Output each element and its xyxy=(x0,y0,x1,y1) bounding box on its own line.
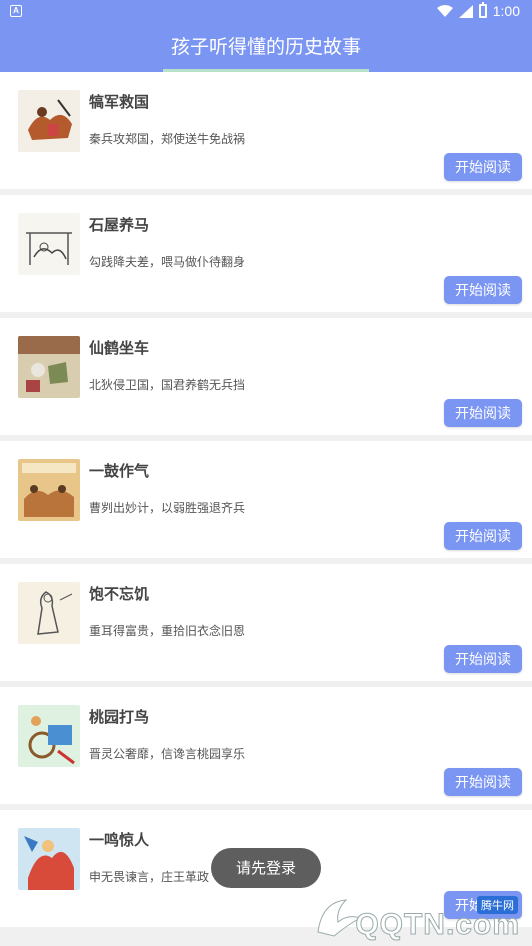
story-card[interactable]: 一鼓作气 曹刿出妙计，以弱胜强退齐兵 开始阅读 xyxy=(0,441,532,558)
start-reading-button[interactable]: 开始阅读 xyxy=(444,645,522,673)
story-description: 曹刿出妙计，以弱胜强退齐兵 xyxy=(89,501,246,515)
story-thumbnail xyxy=(18,213,80,275)
story-thumbnail xyxy=(18,459,80,521)
story-description: 勾践降夫差，喂马做仆待翻身 xyxy=(89,255,246,269)
status-icons: 1:00 xyxy=(436,2,520,19)
start-reading-button[interactable]: 开始阅读 xyxy=(444,276,522,304)
start-reading-button[interactable]: 开始阅读 xyxy=(444,153,522,181)
watermark-text: QQTN.com xyxy=(355,908,520,942)
story-list[interactable]: 犒军救国 秦兵攻郑国，郑使送牛免战祸 开始阅读 石屋养马 勾践降夫差，喂马做仆待… xyxy=(0,72,532,933)
story-thumbnail xyxy=(18,336,80,398)
status-time: 1:00 xyxy=(492,3,520,19)
start-reading-button[interactable]: 开始阅读 xyxy=(444,399,522,427)
start-reading-button[interactable]: 开始阅读 xyxy=(444,768,522,796)
notification-icon: A xyxy=(10,5,22,17)
status-bar: A 1:00 xyxy=(0,0,532,24)
story-title: 桃园打鸟 xyxy=(89,708,150,726)
story-title: 石屋养马 xyxy=(89,216,150,234)
page-title: 孩子听得懂的历史故事 xyxy=(170,36,361,58)
story-title: 仙鹤坐车 xyxy=(89,339,150,357)
story-thumbnail xyxy=(18,705,80,767)
story-thumbnail xyxy=(18,582,80,644)
story-card[interactable]: 犒军救国 秦兵攻郑国，郑使送牛免战祸 开始阅读 xyxy=(0,72,532,189)
wifi-icon xyxy=(436,5,453,17)
login-toast: 请先登录 xyxy=(211,848,321,888)
story-card[interactable]: 仙鹤坐车 北狄侵卫国，国君养鹤无兵挡 开始阅读 xyxy=(0,318,532,435)
battery-icon xyxy=(478,2,487,18)
signal-icon xyxy=(458,4,473,18)
story-description: 秦兵攻郑国，郑使送牛免战祸 xyxy=(89,132,246,146)
story-card[interactable]: 饱不忘饥 重耳得富贵，重拾旧衣念旧恩 开始阅读 xyxy=(0,564,532,681)
story-thumbnail xyxy=(18,90,80,152)
story-description: 申无畏谏言，庄王革政 xyxy=(89,870,210,884)
watermark: 腾牛网 QQTN.com xyxy=(312,888,528,944)
story-description: 北狄侵卫国，国君养鹤无兵挡 xyxy=(89,378,246,392)
story-title: 犒军救国 xyxy=(89,93,150,111)
story-title: 饱不忘饥 xyxy=(89,585,150,603)
start-reading-button[interactable]: 开始阅读 xyxy=(444,522,522,550)
story-thumbnail xyxy=(18,828,80,890)
story-card[interactable]: 桃园打鸟 晋灵公奢靡，信谗言桃园享乐 开始阅读 xyxy=(0,687,532,804)
story-description: 晋灵公奢靡，信谗言桃园享乐 xyxy=(89,747,246,761)
story-description: 重耳得富贵，重拾旧衣念旧恩 xyxy=(89,624,246,638)
app-bar: 孩子听得懂的历史故事 xyxy=(0,24,532,72)
story-card[interactable]: 石屋养马 勾践降夫差，喂马做仆待翻身 开始阅读 xyxy=(0,195,532,312)
story-title: 一鼓作气 xyxy=(89,462,150,480)
story-title: 一鸣惊人 xyxy=(89,831,150,849)
